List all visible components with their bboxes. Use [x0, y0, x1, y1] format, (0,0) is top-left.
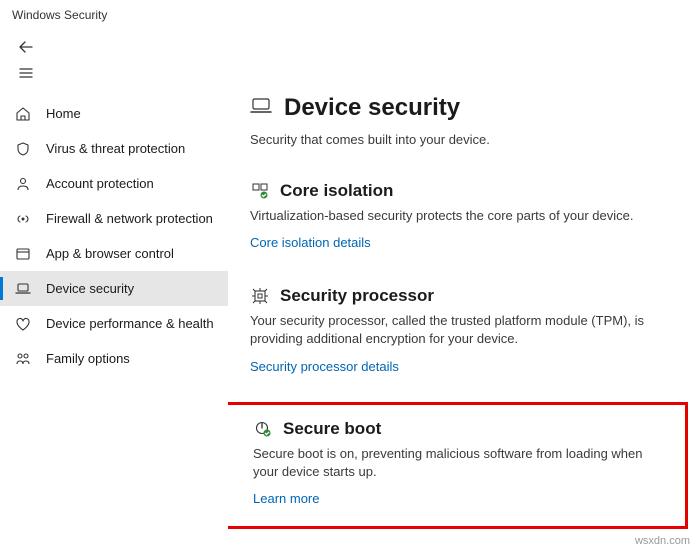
section-title: Core isolation — [280, 181, 393, 201]
section-title: Security processor — [280, 286, 434, 306]
page-subheading: Security that comes built into your devi… — [250, 132, 686, 147]
core-isolation-section: Core isolation Virtualization-based secu… — [250, 181, 686, 252]
browser-icon — [14, 245, 32, 263]
sidebar-item-device-security[interactable]: Device security — [0, 271, 228, 306]
security-processor-link[interactable]: Security processor details — [250, 359, 399, 374]
sidebar-item-firewall[interactable]: Firewall & network protection — [0, 201, 228, 236]
health-icon — [14, 315, 32, 333]
sidebar-item-family[interactable]: Family options — [0, 341, 228, 376]
network-icon — [14, 210, 32, 228]
back-button[interactable] — [14, 35, 38, 59]
section-desc: Your security processor, called the trus… — [250, 312, 686, 348]
section-title: Secure boot — [283, 419, 381, 439]
window-title: Windows Security — [12, 8, 107, 22]
core-isolation-link[interactable]: Core isolation details — [250, 235, 371, 250]
power-check-icon — [253, 419, 273, 439]
security-processor-section: Security processor Your security process… — [250, 286, 686, 375]
secure-boot-link[interactable]: Learn more — [253, 491, 319, 506]
sidebar-item-account[interactable]: Account protection — [0, 166, 228, 201]
core-isolation-icon — [250, 181, 270, 201]
menu-button[interactable] — [14, 61, 38, 85]
sidebar-item-label: Home — [46, 106, 81, 121]
page-title: Device security — [284, 94, 460, 122]
main-content: Device security Security that comes buil… — [228, 92, 700, 553]
secure-boot-section: Secure boot Secure boot is on, preventin… — [233, 419, 671, 508]
family-icon — [14, 350, 32, 368]
home-icon — [14, 105, 32, 123]
sidebar-item-label: Device security — [46, 281, 134, 296]
sidebar-item-label: Virus & threat protection — [46, 141, 185, 156]
watermark: wsxdn.com — [635, 535, 690, 547]
section-desc: Virtualization-based security protects t… — [250, 207, 686, 225]
top-nav — [0, 30, 700, 92]
section-desc: Secure boot is on, preventing malicious … — [253, 445, 671, 481]
sidebar-item-label: Account protection — [46, 176, 154, 191]
sidebar-item-app-browser[interactable]: App & browser control — [0, 236, 228, 271]
sidebar-item-performance[interactable]: Device performance & health — [0, 306, 228, 341]
sidebar-item-label: App & browser control — [46, 246, 174, 261]
chip-icon — [250, 286, 270, 306]
highlighted-region: Secure boot Secure boot is on, preventin… — [228, 402, 688, 529]
sidebar-item-virus[interactable]: Virus & threat protection — [0, 131, 228, 166]
back-arrow-icon — [18, 39, 34, 55]
laptop-icon — [14, 280, 32, 298]
window-titlebar: Windows Security — [0, 0, 700, 30]
hamburger-icon — [18, 65, 34, 81]
sidebar: Home Virus & threat protection Account p… — [0, 92, 228, 553]
shield-icon — [14, 140, 32, 158]
account-icon — [14, 175, 32, 193]
sidebar-item-label: Family options — [46, 351, 130, 366]
device-icon — [250, 95, 272, 122]
sidebar-item-home[interactable]: Home — [0, 96, 228, 131]
sidebar-item-label: Firewall & network protection — [46, 211, 213, 226]
sidebar-item-label: Device performance & health — [46, 316, 214, 331]
